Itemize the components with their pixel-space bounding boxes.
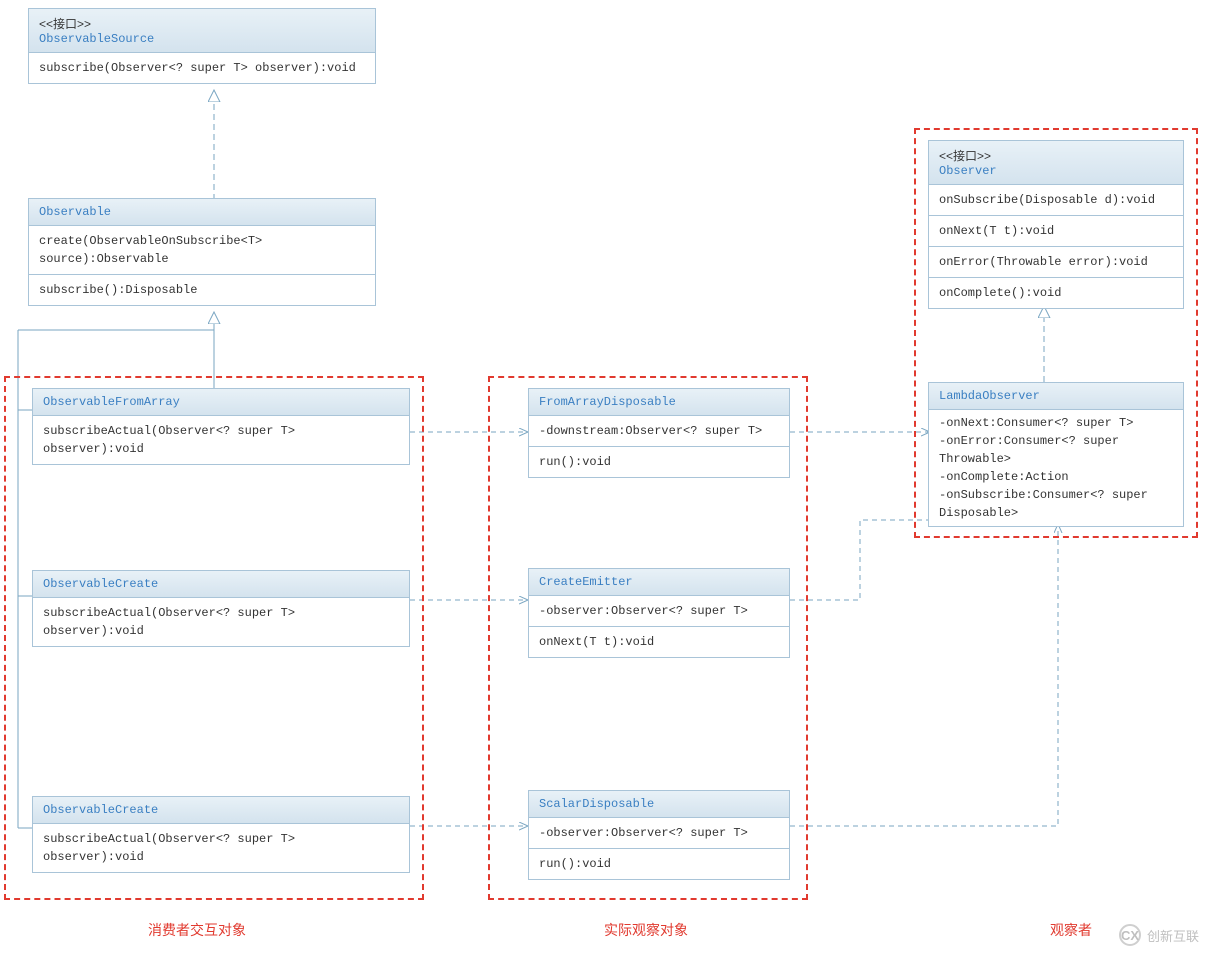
class-field: -downstream:Observer<? super T> <box>529 416 789 447</box>
class-title: ScalarDisposable <box>529 791 789 818</box>
class-field: -onNext:Consumer<? super T> <box>939 414 1173 432</box>
stereotype: <<接口>> <box>939 147 1173 164</box>
watermark-text: 创新互联 <box>1147 926 1199 945</box>
class-method: subscribe():Disposable <box>29 275 375 305</box>
class-method: create(ObservableOnSubscribe<T> source):… <box>29 226 375 275</box>
group-consumer-label: 消费者交互对象 <box>148 920 246 940</box>
class-title: LambdaObserver <box>929 383 1183 410</box>
class-title: Observer <box>939 164 1173 178</box>
class-method: onNext(T t):void <box>529 627 789 657</box>
class-title: ObservableSource <box>39 32 365 46</box>
class-field: -observer:Observer<? super T> <box>529 596 789 627</box>
class-title: Observable <box>29 199 375 226</box>
watermark: CX 创新互联 <box>1119 924 1199 946</box>
box-observer: <<接口>> Observer onSubscribe(Disposable d… <box>928 140 1184 309</box>
class-title: ObservableFromArray <box>33 389 409 416</box>
box-observable-create-2: ObservableCreate subscribeActual(Observe… <box>32 796 410 873</box>
class-method: onSubscribe(Disposable d):void <box>929 185 1183 216</box>
class-method: subscribeActual(Observer<? super T> obse… <box>33 824 409 872</box>
watermark-badge-icon: CX <box>1119 924 1141 946</box>
box-scalar-disposable: ScalarDisposable -observer:Observer<? su… <box>528 790 790 880</box>
class-field: -observer:Observer<? super T> <box>529 818 789 849</box>
class-method: onError(Throwable error):void <box>929 247 1183 278</box>
box-from-array-disposable: FromArrayDisposable -downstream:Observer… <box>528 388 790 478</box>
class-title: ObservableCreate <box>33 797 409 824</box>
stereotype: <<接口>> <box>39 15 365 32</box>
box-lambda-observer: LambdaObserver -onNext:Consumer<? super … <box>928 382 1184 527</box>
class-title: FromArrayDisposable <box>529 389 789 416</box>
class-field: -onSubscribe:Consumer<? super Disposable… <box>939 486 1173 522</box>
box-observable-source: <<接口>> ObservableSource subscribe(Observ… <box>28 8 376 84</box>
class-method: onComplete():void <box>929 278 1183 308</box>
group-actual-label: 实际观察对象 <box>604 920 688 940</box>
class-method: subscribeActual(Observer<? super T> obse… <box>33 598 409 646</box>
box-observable: Observable create(ObservableOnSubscribe<… <box>28 198 376 306</box>
class-method: run():void <box>529 849 789 879</box>
box-create-emitter: CreateEmitter -observer:Observer<? super… <box>528 568 790 658</box>
class-method: run():void <box>529 447 789 477</box>
class-title: CreateEmitter <box>529 569 789 596</box>
class-method: subscribe(Observer<? super T> observer):… <box>29 53 375 83</box>
box-observable-from-array: ObservableFromArray subscribeActual(Obse… <box>32 388 410 465</box>
class-title: ObservableCreate <box>33 571 409 598</box>
class-field: -onComplete:Action <box>939 468 1173 486</box>
box-observable-create-1: ObservableCreate subscribeActual(Observe… <box>32 570 410 647</box>
class-method: onNext(T t):void <box>929 216 1183 247</box>
class-method: subscribeActual(Observer<? super T> obse… <box>33 416 409 464</box>
class-field: -onError:Consumer<? super Throwable> <box>939 432 1173 468</box>
group-observer-label: 观察者 <box>1050 920 1092 940</box>
